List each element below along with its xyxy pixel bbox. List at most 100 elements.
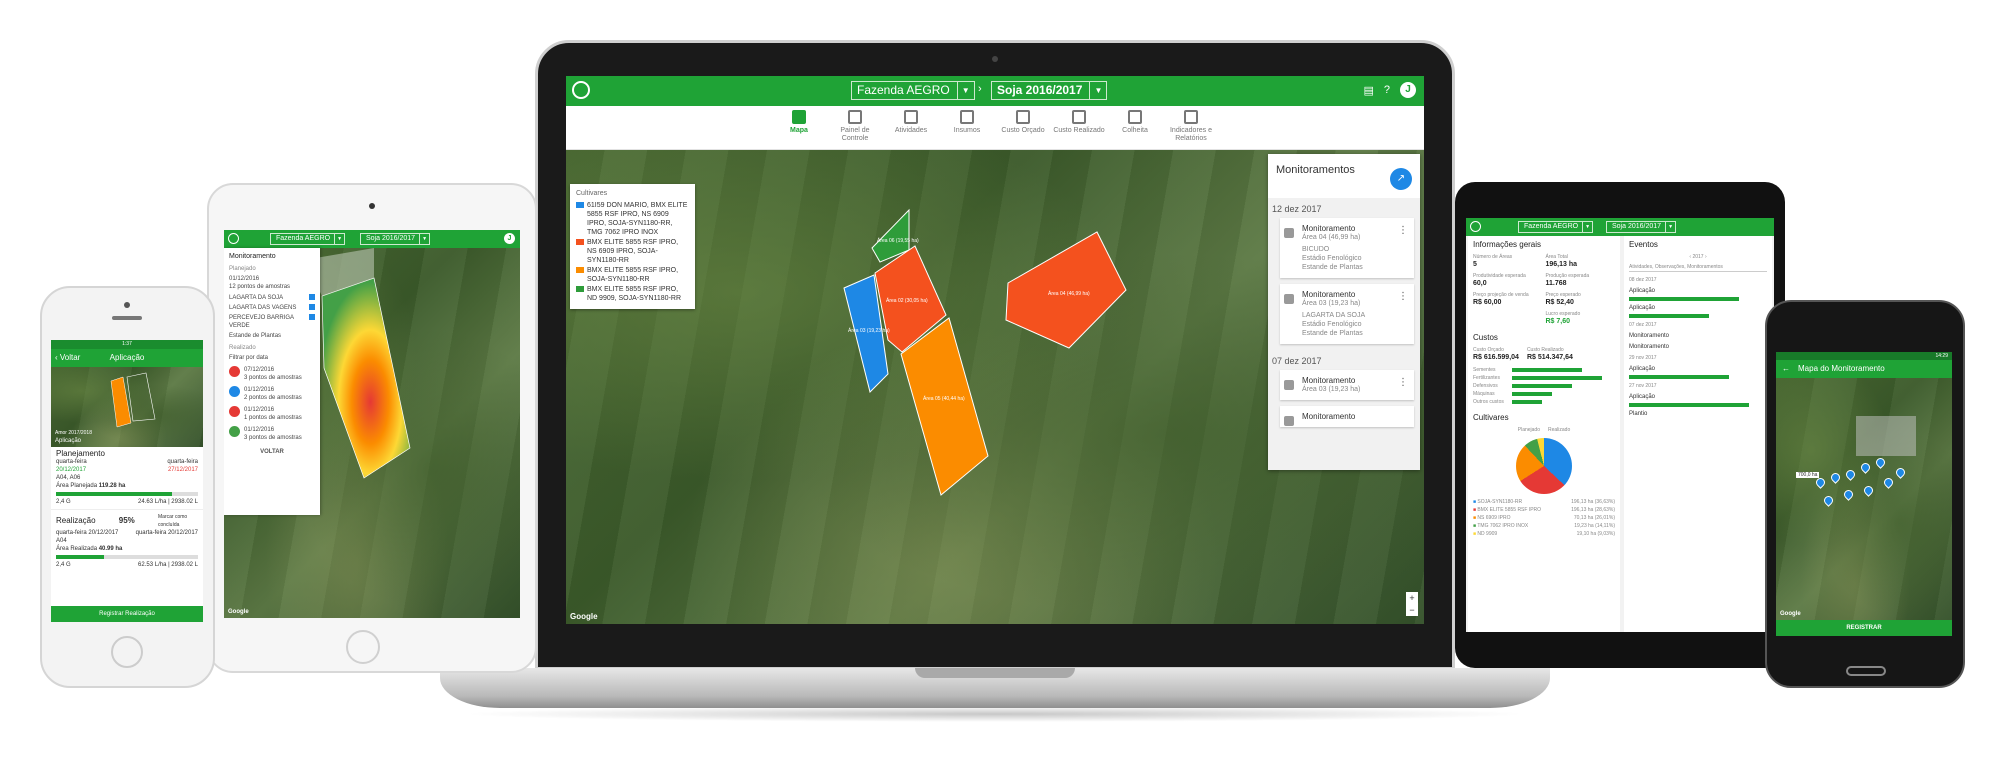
map-pin-icon[interactable]	[1874, 456, 1887, 469]
more-icon[interactable]: ⋮	[1398, 292, 1408, 302]
date-row: quarta-feira 20/12/2017 quarta-feira 27/12…	[56, 458, 198, 474]
cost-label: Defensivos	[1473, 383, 1498, 389]
avatar[interactable]: J	[504, 233, 515, 244]
card-note: Estádio Fenológico	[1302, 255, 1362, 262]
satellite-map[interactable]: 700,0 ha Google	[1776, 378, 1952, 620]
section-heading: Eventos	[1629, 240, 1658, 249]
filter-check[interactable]: LAGARTA DAS VAGENS	[229, 304, 315, 312]
filter-check[interactable]: PERCEVEJO BARRIGA VERDE	[229, 314, 315, 330]
season-select[interactable]: Soja 2016/2017 ▼	[991, 81, 1108, 100]
satellite-map[interactable]: Área 06 (19,55 ha) Área 02 (30,05 ha) Ár…	[566, 150, 1424, 624]
farm-select[interactable]: Fazenda AEGRO ▼	[851, 81, 975, 100]
tab-mapa[interactable]: Mapa	[773, 106, 825, 149]
list-item[interactable]: 01/12/2016 2 pontos de amostras	[229, 386, 315, 402]
legend-text: BMX ELITE 5855 RSF IPRO, SOJA-SYN1180-RR	[587, 267, 679, 283]
field-label: Custo Orçado	[1473, 347, 1504, 353]
bug-icon	[1284, 294, 1294, 304]
map-pin-icon[interactable]	[1859, 461, 1872, 474]
satellite-map[interactable]: Amor 2017/2018 Aplicação	[51, 367, 203, 447]
tab-painel[interactable]: Painel de Controle	[829, 106, 881, 149]
event-item[interactable]: Aplicação	[1629, 304, 1767, 318]
zoom-control[interactable]: + −	[1406, 592, 1418, 616]
iphone-home-button[interactable]	[111, 636, 143, 668]
event-item[interactable]: Monitoramento	[1629, 332, 1767, 340]
more-icon[interactable]: ⋮	[1398, 226, 1408, 236]
book-icon[interactable]: ▤	[1363, 84, 1373, 97]
back-arrow-icon[interactable]: ←	[1782, 360, 1790, 378]
card-pest: BICUDO	[1302, 246, 1330, 253]
season-select[interactable]: Soja 2016/2017 ▼	[360, 233, 431, 245]
event-filter[interactable]: Atividades, Observações, Monitoramentos	[1629, 263, 1767, 272]
event-item[interactable]: Aplicação	[1629, 365, 1767, 379]
register-button[interactable]: REGISTRAR	[1776, 620, 1952, 636]
map-pin-icon[interactable]	[1894, 466, 1907, 479]
list-item[interactable]: 01/12/2016 3 pontos de amostras	[229, 426, 315, 442]
start-date[interactable]: 20/12/2017	[88, 530, 118, 536]
legend-name: ND 9909	[1477, 531, 1498, 537]
tab-colheita[interactable]: Colheita	[1109, 106, 1161, 149]
toggle-realizado[interactable]: Realizado	[1548, 426, 1570, 434]
checkbox-icon	[309, 314, 315, 320]
year-value: 2017	[1692, 254, 1704, 260]
event-item[interactable]: Aplicação	[1629, 287, 1767, 301]
monitoramento-card[interactable]: ⋮ Monitoramento Área 03 (19,23 ha) LAGAR…	[1280, 284, 1414, 344]
map-pin-icon[interactable]	[1822, 494, 1835, 507]
legend-name: TMG 7062 IPRO INOX	[1477, 523, 1529, 529]
event-item[interactable]: Aplicação	[1629, 393, 1767, 407]
end-date[interactable]: 20/12/2017	[168, 530, 198, 536]
mark-complete-toggle[interactable]: Marcar como concluída	[158, 513, 198, 529]
legend-value: 19,23 ha (14,11%)	[1574, 523, 1615, 529]
tab-indicadores[interactable]: Indicadores e Relatórios	[1165, 106, 1217, 149]
voltar-button[interactable]: VOLTAR	[229, 448, 315, 456]
monitoramento-card[interactable]: ⋮ Monitoramento Área 03 (19,23 ha)	[1280, 370, 1414, 400]
event-item[interactable]: Monitoramento	[1629, 343, 1767, 351]
eventos-column: Eventos ‹ 2017 › Atividades, Observações…	[1624, 236, 1772, 632]
dollar-icon	[1072, 110, 1086, 124]
map-pin-icon[interactable]	[1882, 476, 1895, 489]
map-pin-icon[interactable]	[1862, 484, 1875, 497]
monitoramento-card[interactable]: Monitoramento	[1280, 406, 1414, 427]
monitoramentos-panel: Monitoramentos ↗ 12 dez 2017 ⋮ Monitoram…	[1268, 154, 1420, 470]
register-button[interactable]: Registrar Realização	[51, 606, 203, 622]
monitoramento-card[interactable]: ⋮ Monitoramento Área 04 (46,99 ha) BICUD…	[1280, 218, 1414, 278]
legend-name: BMX ELITE 5855 RSF IPRO	[1477, 507, 1542, 513]
field-area-05[interactable]	[900, 317, 989, 496]
legend-value: 196,13 ha (36,63%)	[1571, 499, 1615, 505]
field-heatmap[interactable]	[321, 277, 411, 479]
filter-check[interactable]: Estande de Plantas	[229, 332, 315, 340]
cost-bar	[1512, 400, 1542, 404]
list-item[interactable]: 07/12/2016 3 pontos de amostras	[229, 366, 315, 382]
help-icon[interactable]: ?	[1384, 84, 1390, 96]
date-row: quarta-feira 20/12/2017 quarta-feira 20/…	[56, 529, 198, 537]
event-item[interactable]: Plantio	[1629, 410, 1767, 418]
android-home-button[interactable]	[1846, 666, 1886, 676]
tab-label: Mapa	[790, 127, 808, 134]
tab-atividades[interactable]: Atividades	[885, 106, 937, 149]
realizacao-percent: 95%	[118, 516, 135, 525]
start-date[interactable]: 20/12/2017	[56, 466, 87, 474]
map-pin-icon[interactable]	[1829, 471, 1842, 484]
tab-insumos[interactable]: Insumos	[941, 106, 993, 149]
map-pin-icon[interactable]	[1842, 488, 1855, 501]
toggle-planejado[interactable]: Planejado	[1518, 426, 1540, 434]
plan-date: 01/12/2016	[229, 276, 260, 282]
end-date[interactable]: 27/12/2017	[167, 466, 198, 474]
map-pin-icon[interactable]	[1814, 476, 1827, 489]
tab-custo-orcado[interactable]: Custo Orçado	[997, 106, 1049, 149]
more-icon[interactable]: ⋮	[1398, 378, 1408, 388]
add-monitoramento-button[interactable]: ↗	[1390, 168, 1412, 190]
year-select[interactable]: ‹ 2017 ›	[1689, 254, 1706, 260]
map-pin-icon[interactable]	[1844, 468, 1857, 481]
farm-select[interactable]: Fazenda AEGRO ▼	[1518, 221, 1594, 233]
field-label: Número de Áreas	[1473, 254, 1513, 260]
filter-check[interactable]: LAGARTA DA SOJA	[229, 294, 315, 302]
avatar[interactable]: J	[1400, 82, 1416, 98]
date-filter[interactable]: Filtrar por data	[229, 354, 315, 362]
tab-custo-realizado[interactable]: Custo Realizado	[1053, 106, 1105, 149]
chevron-down-icon: ▼	[419, 234, 429, 244]
season-select[interactable]: Soja 2016/2017 ▼	[1606, 221, 1677, 233]
farm-select[interactable]: Fazenda AEGRO ▼	[270, 233, 346, 245]
list-item[interactable]: 01/12/2016 1 pontos de amostras	[229, 406, 315, 422]
field-area-04[interactable]	[1005, 231, 1127, 349]
ipad-home-button[interactable]	[346, 630, 380, 664]
